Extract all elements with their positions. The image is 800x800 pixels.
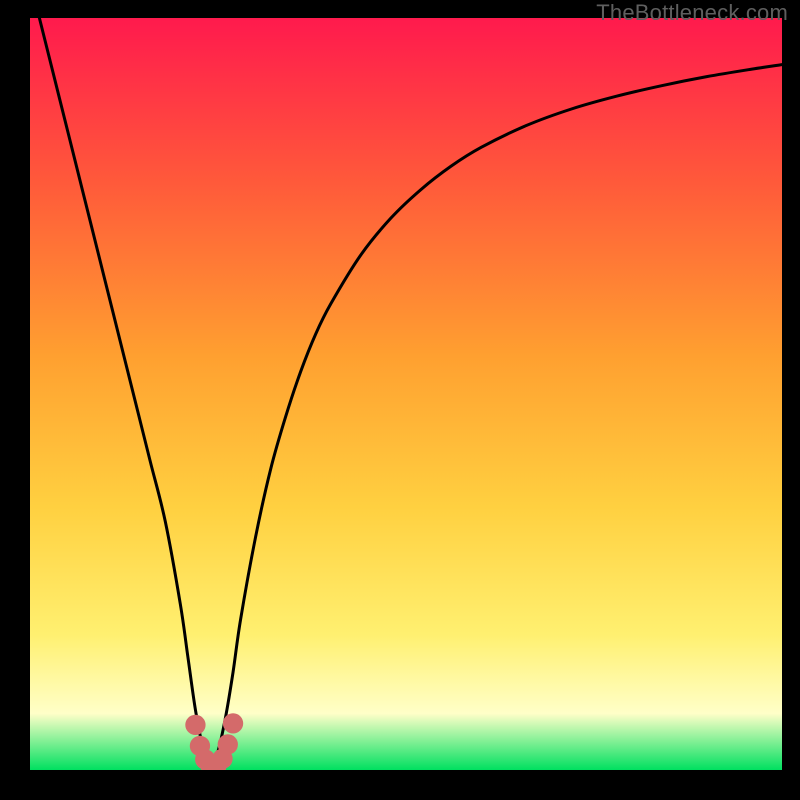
chart-frame: [30, 18, 782, 770]
curve-marker: [185, 715, 205, 735]
watermark-text: TheBottleneck.com: [596, 0, 788, 26]
gradient-background: [30, 18, 782, 770]
curve-marker: [218, 734, 238, 754]
curve-marker: [223, 713, 243, 733]
bottleneck-chart: [30, 18, 782, 770]
